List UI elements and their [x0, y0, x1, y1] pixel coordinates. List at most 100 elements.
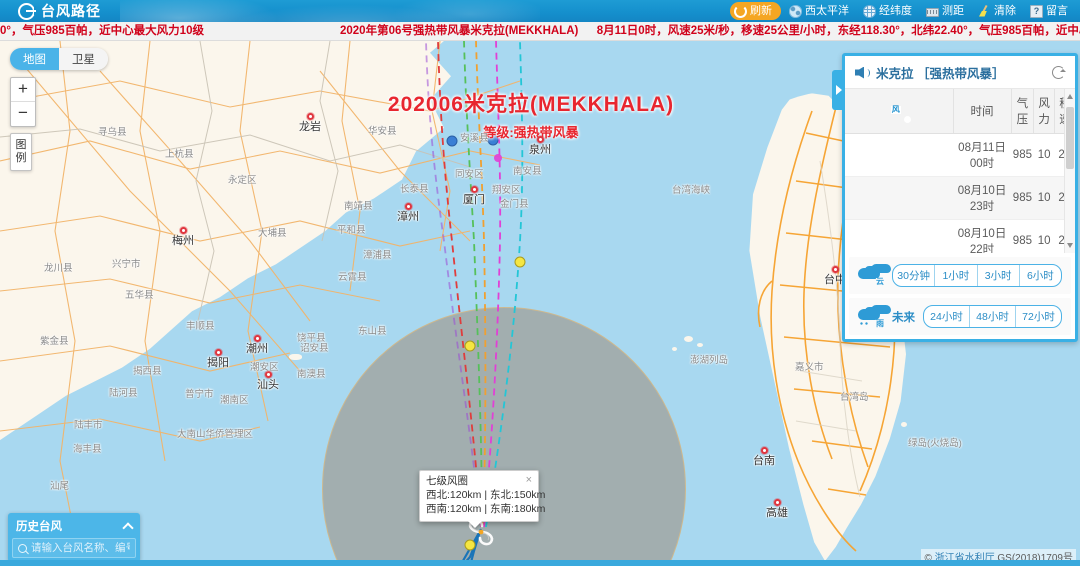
map-type-satellite[interactable]: 卫星	[59, 48, 108, 70]
city-label: 漳州	[397, 211, 419, 223]
cell-pressure: 985	[1011, 219, 1034, 253]
place-label: 汕尾	[50, 481, 70, 492]
place-label: 永定区	[228, 175, 257, 186]
table-icon-cell	[845, 89, 953, 134]
place-label: 南靖县	[344, 201, 373, 212]
legend-tab-label: 图例	[15, 139, 27, 164]
city-marker[interactable]: 梅州	[172, 227, 194, 248]
reload-icon[interactable]	[1052, 66, 1066, 79]
place-label: 陆丰市	[74, 420, 103, 431]
city-marker[interactable]: 汕头	[257, 371, 279, 392]
city-dot-icon	[404, 203, 412, 210]
city-label: 高雄	[766, 507, 788, 519]
city-label: 汕头	[257, 379, 279, 391]
city-marker[interactable]: 漳州	[397, 203, 419, 224]
scrollbar-thumb[interactable]	[1066, 107, 1074, 169]
region-button[interactable]: 西太平洋	[783, 2, 855, 20]
row-spacer	[845, 176, 953, 220]
place-label: 南澳县	[297, 369, 326, 380]
table-scrollbar[interactable]	[1064, 89, 1075, 253]
ticker-storm-info: 2020年第06号强热带风暴米克拉(MEKKHALA) 8月11日0时，风速25…	[340, 22, 1080, 40]
close-icon[interactable]: ×	[526, 475, 532, 486]
map-type-map[interactable]: 地图	[10, 48, 59, 70]
storm-history-table-wrap[interactable]: 时间 气压 风力 移速 08月11日 00时985102508月10日 23时9…	[845, 89, 1075, 253]
rain-interval-segments[interactable]: 24小时 48小时 72小时	[923, 305, 1062, 328]
panel-collapse-handle[interactable]	[832, 70, 845, 110]
table-row[interactable]: 08月10日 22时9851027	[845, 219, 1075, 253]
typhoon-logo-icon	[18, 2, 37, 20]
search-input[interactable]	[31, 542, 130, 554]
cloud-option-1h[interactable]: 1小时	[934, 265, 976, 286]
place-label: 漳浦县	[363, 250, 392, 261]
city-label: 揭阳	[207, 357, 229, 369]
zoom-in-button[interactable]: +	[11, 78, 35, 102]
zoom-control[interactable]: + −	[10, 77, 36, 127]
place-label: 揭西县	[133, 366, 162, 377]
rain-option-72h[interactable]: 72小时	[1015, 306, 1061, 327]
popup-tail	[468, 521, 482, 528]
cloud-interval-segments[interactable]: 30分钟 1小时 3小时 6小时	[892, 264, 1062, 287]
scroll-up-icon[interactable]	[1067, 94, 1073, 99]
cell-time: 08月10日 23时	[953, 176, 1012, 220]
speaker-icon[interactable]	[855, 67, 870, 79]
place-label: 诏安县	[300, 343, 329, 354]
city-label: 龙岩	[299, 121, 321, 133]
cell-wind: 10	[1033, 219, 1055, 253]
map-canvas[interactable]: 202006米克拉(MEKKHALA) 等级:强热带风暴 梅州 潮州 汕头 揭阳 漳州 厦…	[0, 41, 1080, 566]
popup-title: 七级风圈	[426, 475, 468, 487]
place-label: 华安县	[368, 126, 397, 137]
city-label: 梅州	[172, 235, 194, 247]
place-label: 翔安区	[492, 185, 521, 196]
table-row[interactable]: 08月10日 23时9851025	[845, 176, 1075, 220]
panel-title: 米克拉 ［强热带风暴］	[876, 63, 1045, 82]
cloud-option-30min[interactable]: 30分钟	[893, 265, 934, 286]
place-label: 潮南区	[220, 395, 249, 406]
history-search-box[interactable]	[12, 538, 136, 558]
zoom-out-button[interactable]: −	[11, 102, 35, 126]
rain-option-48h[interactable]: 48小时	[969, 306, 1015, 327]
toolbar: 刷新 西太平洋 经纬度 测距 清除 ? 留言	[730, 2, 1074, 20]
place-label: 紫金县	[40, 336, 69, 347]
city-marker[interactable]: 厦门	[463, 186, 485, 207]
wind-radius-popup[interactable]: 七级风圈 × 西北:120km | 东北:150km 西南:120km | 东南…	[419, 470, 545, 528]
refresh-label: 刷新	[750, 5, 772, 17]
city-marker[interactable]: 台南	[753, 447, 775, 468]
rain-option-24h[interactable]: 24小时	[924, 306, 969, 327]
map-type-toggle[interactable]: 地图 卫星	[10, 48, 108, 70]
cloud-option-3h[interactable]: 3小时	[976, 265, 1019, 286]
column-header-wind: 风力	[1033, 89, 1055, 134]
column-header-pressure: 气压	[1010, 89, 1034, 134]
bottom-strip	[0, 560, 1080, 566]
scroll-down-icon[interactable]	[1067, 243, 1073, 248]
globe-icon	[789, 4, 802, 18]
place-label: 嘉义市	[795, 362, 824, 373]
place-label: 南安县	[513, 166, 542, 177]
cell-wind: 10	[1033, 133, 1055, 177]
city-marker[interactable]: 揭阳	[207, 349, 229, 370]
city-marker[interactable]: 潮州	[246, 335, 268, 356]
ticker-left-text: 0°，气压985百帕，近中心最大风力10级	[0, 25, 204, 37]
latlon-button[interactable]: 经纬度	[857, 2, 918, 20]
message-button[interactable]: ? 留言	[1024, 2, 1074, 20]
city-dot-icon	[831, 266, 839, 273]
place-label: 潮安区	[250, 362, 279, 373]
clear-button[interactable]: 清除	[972, 2, 1022, 20]
cloud-option-6h[interactable]: 6小时	[1018, 265, 1061, 286]
city-dot-icon	[536, 136, 544, 143]
history-panel-title: 历史台风	[16, 521, 62, 533]
cloud-options-row: 30分钟 1小时 3小时 6小时	[849, 257, 1071, 294]
measure-button[interactable]: 测距	[920, 2, 970, 20]
ticker-storm-name: 2020年第06号强热带风暴米克拉(MEKKHALA)	[340, 25, 579, 37]
city-marker[interactable]: 龙岩	[299, 113, 321, 134]
cell-pressure: 985	[1011, 176, 1034, 220]
chevron-up-icon[interactable]	[122, 521, 134, 534]
refresh-button[interactable]: 刷新	[730, 2, 781, 20]
city-marker[interactable]: 泉州	[529, 136, 551, 157]
storm-history-table: 时间 气压 风力 移速 08月11日 00时985102508月10日 23时9…	[845, 89, 1075, 253]
table-row[interactable]: 08月11日 00时9851025	[845, 133, 1075, 177]
ruler-icon	[926, 7, 939, 17]
city-dot-icon	[253, 335, 261, 342]
legend-tab[interactable]: 图例	[10, 133, 32, 171]
city-marker[interactable]: 高雄	[766, 499, 788, 520]
rain-future-label: 未来	[892, 311, 915, 324]
